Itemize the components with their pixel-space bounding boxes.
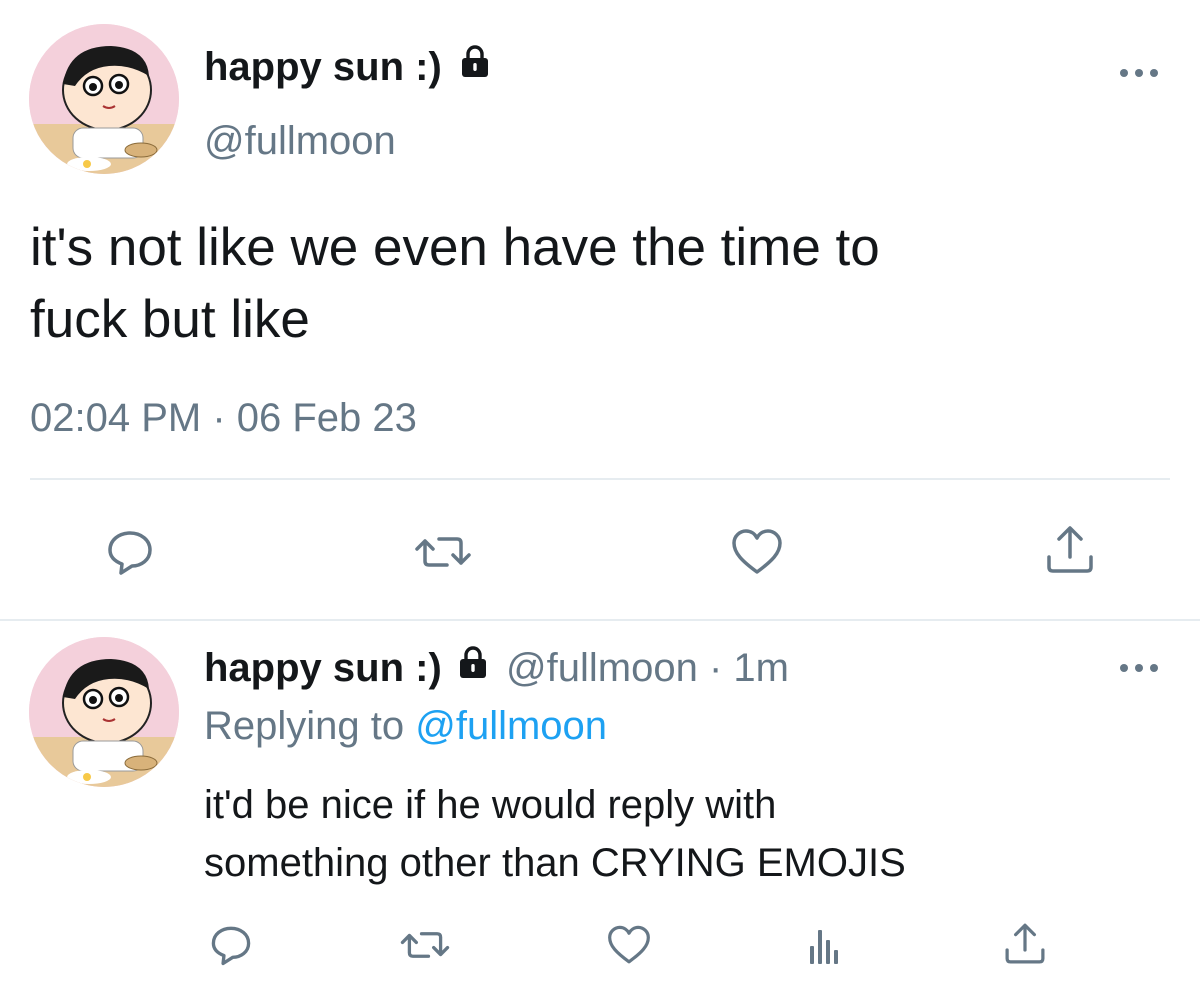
share-button[interactable] [1042,522,1098,578]
display-name[interactable]: happy sun :) [204,646,442,690]
analytics-icon [810,930,838,964]
like-button[interactable] [605,922,653,968]
avatar[interactable] [29,637,179,787]
more-icon [1120,69,1158,77]
handle[interactable]: @fullmoon [506,646,698,690]
retweet-button[interactable] [412,526,474,578]
reply-text: it'd be nice if he would reply with some… [204,776,906,892]
reply-text-line: it'd be nice if he would reply with [204,783,777,827]
handle[interactable]: @fullmoon [204,118,396,164]
more-button[interactable] [1118,66,1160,80]
replying-to: Replying to @fullmoon [204,703,607,749]
avatar[interactable] [29,24,179,174]
like-button[interactable] [729,524,785,580]
share-icon [1047,526,1093,573]
heart-icon [732,529,782,574]
lock-icon [459,42,491,88]
tweet-text: it's not like we even have the time to f… [30,212,880,356]
separator: · [697,646,734,690]
reply-button[interactable] [104,526,156,578]
share-icon [1005,923,1045,964]
lock-icon [457,643,489,689]
divider [0,619,1200,621]
reply-age[interactable]: 1m [733,646,789,690]
reply-button[interactable] [208,922,254,968]
replying-to-handle[interactable]: @fullmoon [415,704,607,748]
time: 02:04 PM [30,396,202,440]
retweet-icon [415,537,471,567]
date: 06 Feb 23 [236,396,417,440]
heart-icon [608,925,650,964]
more-button[interactable] [1118,661,1160,675]
separator: · [201,396,237,440]
more-icon [1120,664,1158,672]
timestamp[interactable]: 02:04 PM · 06 Feb 23 [30,394,417,442]
retweet-button[interactable] [398,922,452,968]
share-button[interactable] [1001,920,1049,968]
display-name[interactable]: happy sun :) [204,44,491,92]
replying-to-label: Replying to [204,704,405,748]
divider [30,478,1170,480]
tweet-text-line: it's not like we even have the time to [30,218,880,277]
reply-icon [211,926,251,966]
analytics-button[interactable] [804,924,844,968]
display-name-text: happy sun :) [204,45,442,89]
tweet-text-line: fuck but like [30,290,310,349]
retweet-icon [400,932,450,958]
avatar-image [29,637,179,787]
reply-icon [108,531,152,575]
avatar-image [29,24,179,174]
reply-header: happy sun :) @fullmoon · 1m [204,645,789,693]
reply-text-line: something other than CRYING EMOJIS [204,841,906,885]
